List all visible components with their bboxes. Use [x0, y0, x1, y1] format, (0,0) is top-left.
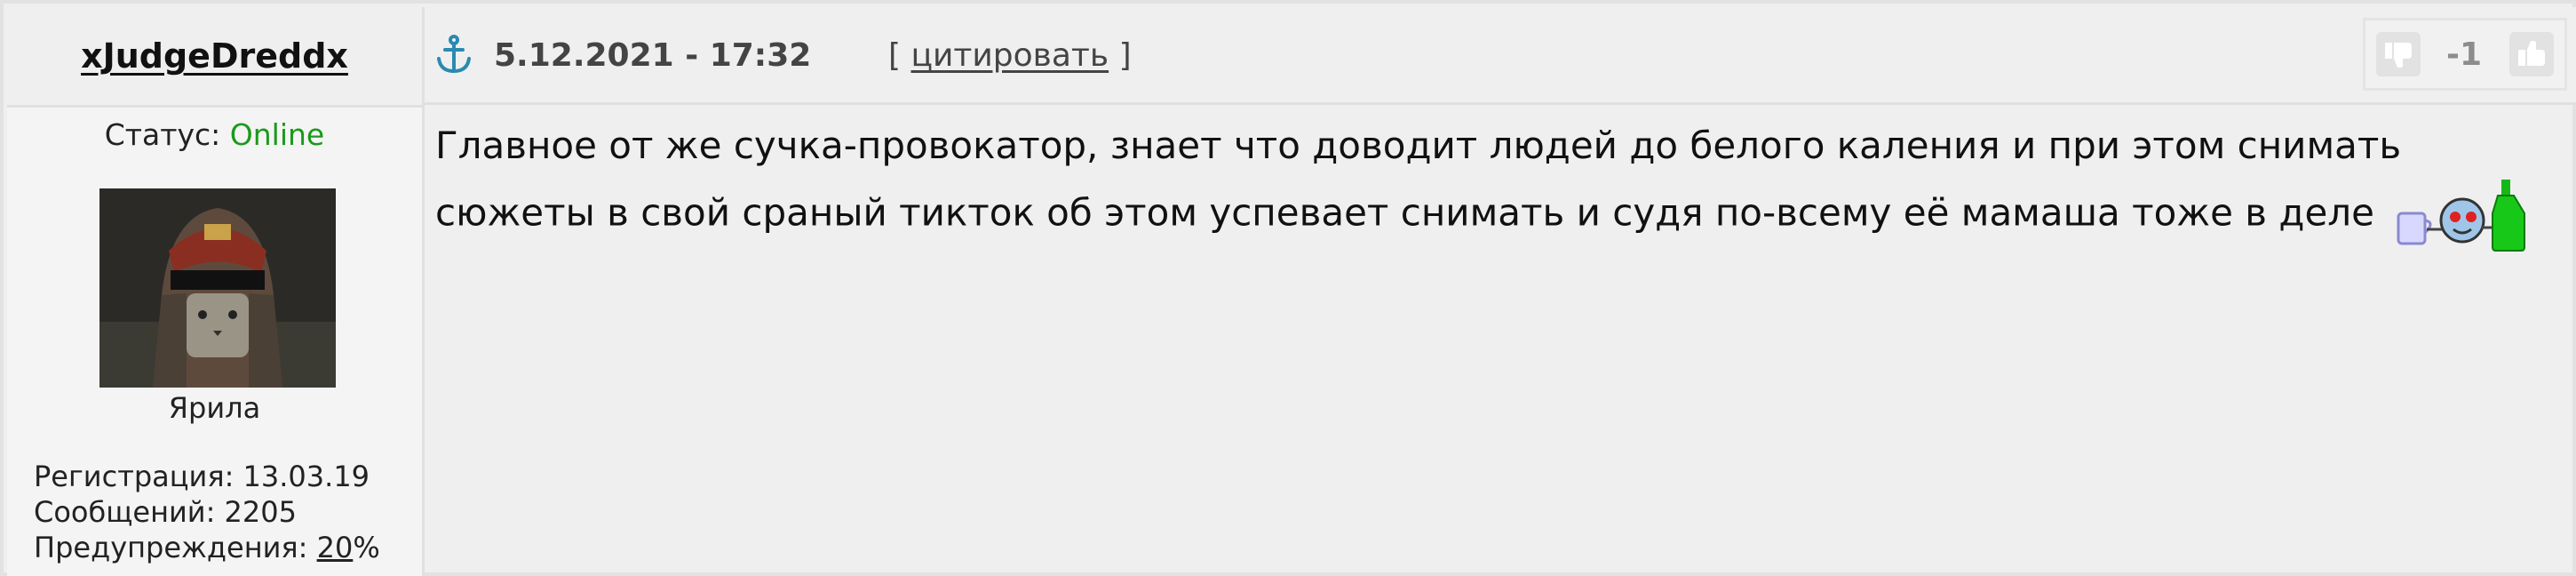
forum-post: xJudgeDreddx Статус: Online Ярила Регист… [0, 0, 2576, 576]
status-label: Статус: [104, 117, 221, 152]
warnings-row: Предупреждения: 20% [34, 530, 380, 565]
author-sidebar: xJudgeDreddx Статус: Online Ярила Регист… [7, 7, 425, 576]
post-date: 5.12.2021 - 17:32 [494, 37, 812, 74]
drinking-smiley-icon [2393, 178, 2535, 252]
registration-row: Регистрация: 13.03.19 [34, 459, 380, 494]
post-body: Главное от же сучка-провокатор, знает чт… [435, 114, 2549, 252]
messages-row: Сообщений: 2205 [34, 494, 380, 530]
thumb-down-icon[interactable] [2376, 32, 2421, 76]
author-username-link[interactable]: xJudgeDreddx [81, 36, 348, 76]
rating-score: -1 [2446, 36, 2482, 73]
quote-bracket-open: [ [888, 37, 902, 74]
post-text: Главное от же сучка-провокатор, знает чт… [435, 124, 2402, 235]
thumb-up-icon[interactable] [2509, 32, 2554, 76]
warnings-label: Предупреждения: [34, 531, 308, 564]
quote-control: [ цитировать ] [888, 37, 1132, 74]
quote-bracket-close: ] [1118, 37, 1132, 74]
messages-label: Сообщений: [34, 495, 216, 529]
registration-value: 13.03.19 [242, 460, 370, 493]
rating-widget: -1 [2363, 18, 2567, 91]
messages-value: 2205 [224, 495, 297, 529]
author-status: Статус: Online [7, 117, 422, 152]
anchor-icon[interactable] [433, 34, 474, 75]
warnings-unit: % [353, 531, 380, 564]
status-value: Online [229, 117, 325, 152]
author-rank: Ярила [168, 391, 261, 425]
registration-label: Регистрация: [34, 460, 235, 493]
post-header: 5.12.2021 - 17:32 [ цитировать ] -1 [425, 7, 2576, 105]
avatar [99, 188, 336, 388]
quote-link[interactable]: цитировать [911, 37, 1109, 74]
author-stats: Регистрация: 13.03.19 Сообщений: 2205 Пр… [34, 459, 380, 565]
author-header: xJudgeDreddx [7, 7, 422, 108]
warnings-link[interactable]: 20 [317, 531, 354, 564]
